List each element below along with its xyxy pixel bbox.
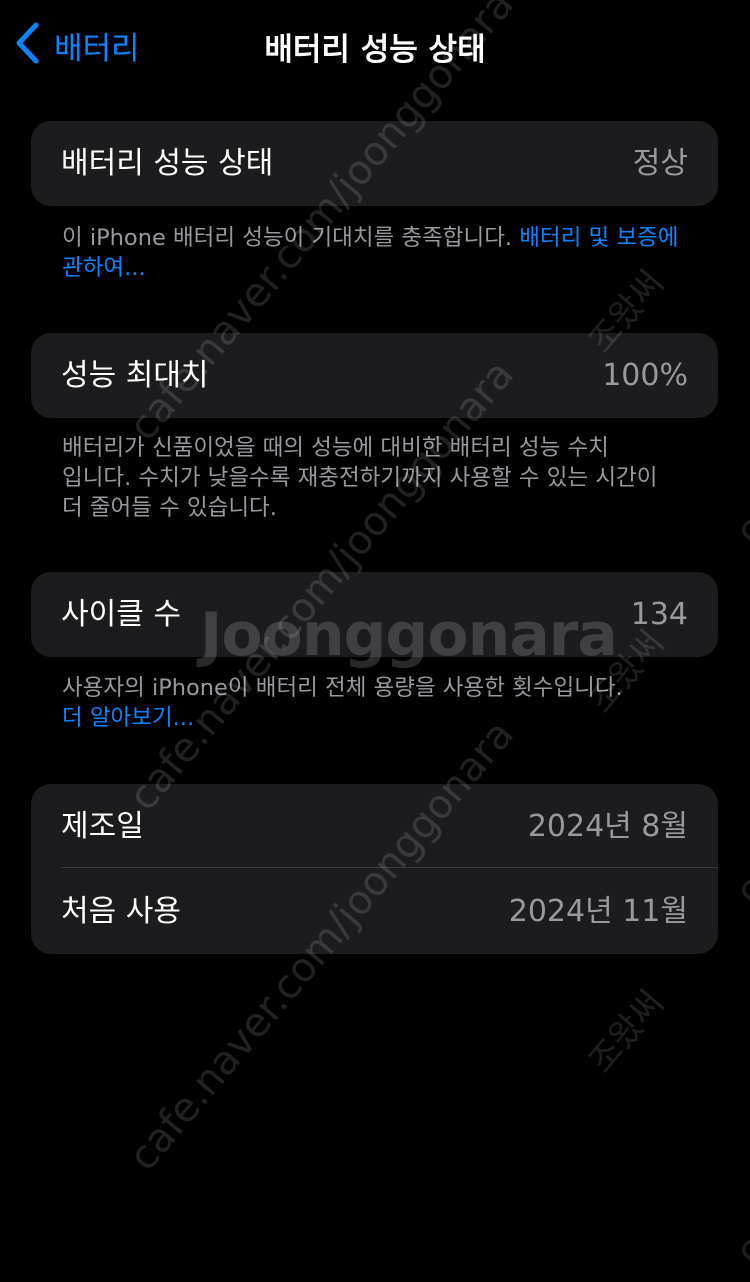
max-capacity-footnote: 배터리가 신품이었을 때의 성능에 대비한 배터리 성능 수치 입니다. 수치가… [62,433,702,523]
first-use-row: 처음 사용 2024년 11월 [31,869,718,954]
battery-health-label: 배터리 성능 상태 [61,146,274,181]
cycle-count-note: 사용자의 iPhone이 배터리 전체 용량을 사용한 횟수입니다. [62,675,623,701]
manufacture-date-label: 제조일 [61,809,144,844]
max-capacity-card: 성능 최대치 100% [31,333,718,418]
page-title: 배터리 성능 상태 [264,32,486,68]
dates-card: 제조일 2024년 8월 처음 사용 2024년 11월 [31,784,718,954]
row-divider [61,867,718,868]
manufacture-date-value: 2024년 8월 [527,809,688,844]
max-capacity-note-line2: 입니다. 수치가 낮을수록 재충전하기까지 사용할 수 있는 시간이 [62,465,658,491]
navigation-bar: 배터리 배터리 성능 상태 [0,0,750,90]
battery-health-value: 정상 [632,146,688,181]
learn-more-link[interactable]: 더 알아보기... [62,703,702,733]
max-capacity-row: 성능 최대치 100% [31,333,718,418]
cycle-count-card: 사이클 수 134 [31,572,718,657]
watermark-edge: cafe [728,1186,750,1272]
max-capacity-label: 성능 최대치 [61,358,209,393]
battery-health-footnote: 이 iPhone 배터리 성능이 기대치를 충족합니다. 배터리 및 보증에 관… [62,223,702,283]
max-capacity-note-line1: 배터리가 신품이었을 때의 성능에 대비한 배터리 성능 수치 [62,435,609,461]
max-capacity-value: 100% [602,358,688,393]
battery-health-card: 배터리 성능 상태 정상 [31,121,718,206]
max-capacity-note-line3: 더 줄어들 수 있습니다. [62,495,277,521]
cycle-count-row: 사이클 수 134 [31,572,718,657]
watermark-edge: cafe [728,466,750,552]
cycle-count-footnote: 사용자의 iPhone이 배터리 전체 용량을 사용한 횟수입니다. 더 알아보… [62,673,702,733]
manufacture-date-row: 제조일 2024년 8월 [31,784,718,869]
battery-health-note: 이 iPhone 배터리 성능이 기대치를 충족합니다. [62,225,513,251]
first-use-value: 2024년 11월 [508,894,688,929]
cycle-count-value: 134 [630,597,688,632]
watermark-edge: cafe [728,826,750,912]
watermark-user: 조왔써 [581,983,673,1081]
cycle-count-label: 사이클 수 [61,597,181,632]
battery-health-row: 배터리 성능 상태 정상 [31,121,718,206]
first-use-label: 처음 사용 [61,894,181,929]
